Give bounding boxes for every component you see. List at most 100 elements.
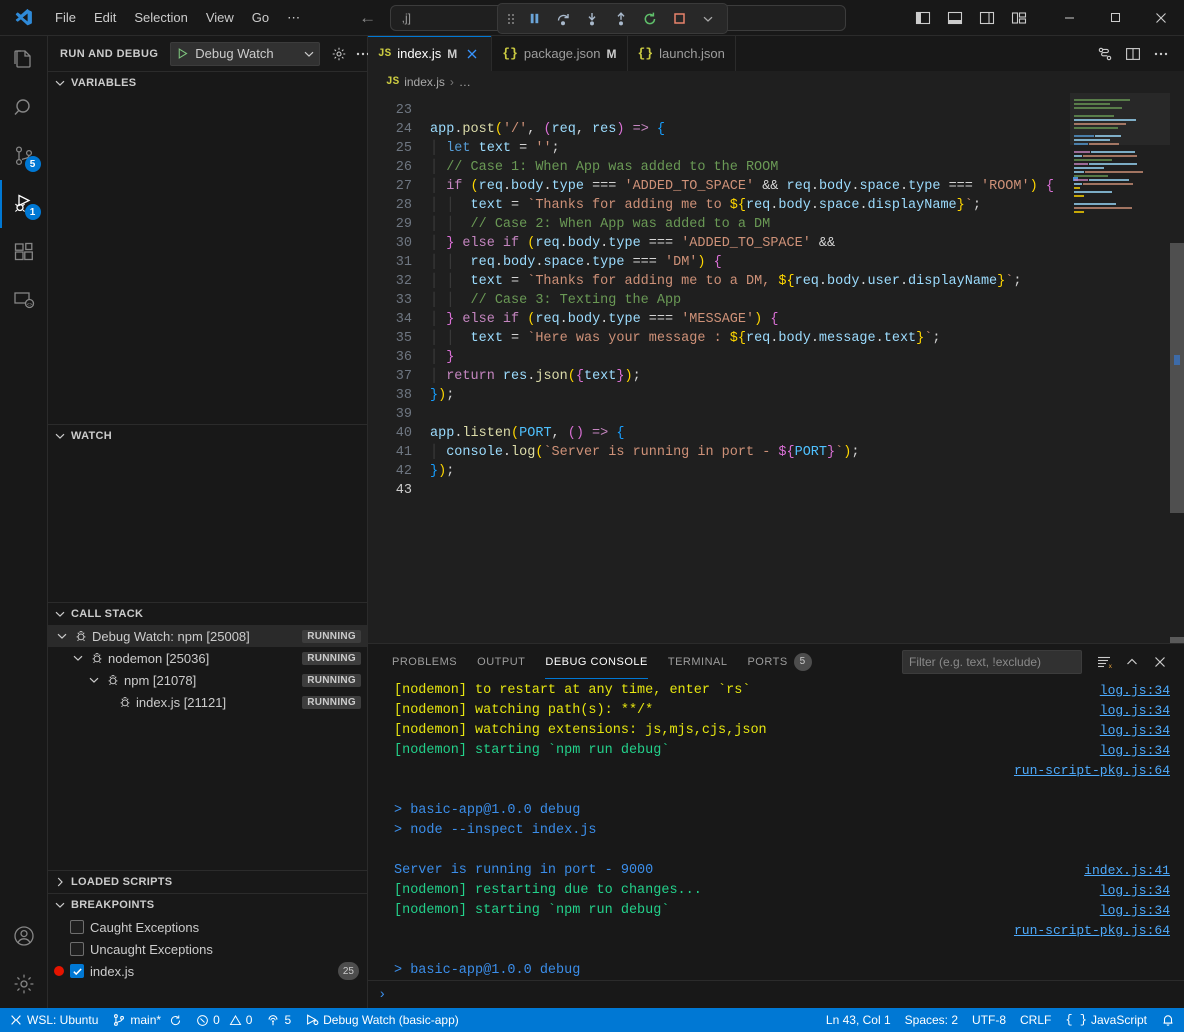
manage-settings-button[interactable]: [0, 960, 48, 1008]
breakpoint-checkbox[interactable]: [70, 920, 84, 934]
status-language-mode[interactable]: { } JavaScript: [1058, 1008, 1154, 1032]
sidebar-item-source-control[interactable]: 5: [0, 132, 48, 180]
console-source-link[interactable]: log.js:34: [1090, 901, 1170, 921]
breadcrumb-file[interactable]: index.js: [404, 75, 445, 89]
menu-file[interactable]: File: [46, 6, 85, 29]
go-back-icon[interactable]: ←: [359, 9, 376, 26]
code-editor[interactable]: 23 24 25 26 27 28 29 30 31 32 33 34 35 3…: [368, 93, 1184, 643]
status-problems-indicator[interactable]: 0 0: [189, 1008, 259, 1032]
toggle-panel-icon[interactable]: [940, 4, 970, 32]
step-over-button[interactable]: [550, 7, 576, 31]
pause-button[interactable]: [521, 7, 547, 31]
maximize-panel-icon[interactable]: [1120, 650, 1144, 674]
status-ports-indicator[interactable]: 5: [259, 1008, 298, 1032]
sidebar-item-search[interactable]: [0, 84, 48, 132]
console-source-link[interactable]: run-script-pkg.js:64: [1004, 761, 1170, 781]
status-cursor-position[interactable]: Ln 43, Col 1: [819, 1008, 898, 1032]
debug-console-output[interactable]: [nodemon] to restart at any time, enter …: [368, 679, 1184, 980]
restart-button[interactable]: [637, 7, 663, 31]
minimap[interactable]: [1070, 93, 1170, 643]
source-control-graph-icon[interactable]: [1092, 41, 1118, 67]
console-line: [368, 841, 1184, 861]
chevron-down-icon[interactable]: [70, 652, 86, 664]
section-header-breakpoints[interactable]: BREAKPOINTS: [48, 894, 367, 916]
clear-console-icon[interactable]: x: [1092, 650, 1116, 674]
tab-debug-console[interactable]: DEBUG CONSOLE: [535, 644, 657, 679]
breadcrumb-trail[interactable]: …: [459, 75, 471, 89]
call-stack-row[interactable]: nodemon [25036] RUNNING: [48, 647, 367, 669]
console-source-link[interactable]: index.js:41: [1074, 861, 1170, 881]
status-eol[interactable]: CRLF: [1013, 1008, 1058, 1032]
menu-view[interactable]: View: [197, 6, 243, 29]
section-header-call-stack[interactable]: CALL STACK: [48, 603, 367, 625]
tab-ports[interactable]: PORTS 5: [737, 644, 821, 679]
close-panel-icon[interactable]: [1148, 650, 1172, 674]
status-branch-indicator[interactable]: main*: [105, 1008, 189, 1032]
chevron-down-icon[interactable]: [54, 630, 70, 642]
window-maximize-button[interactable]: [1092, 0, 1138, 36]
tab-output[interactable]: OUTPUT: [467, 644, 535, 679]
debug-console-input-row[interactable]: ›: [368, 980, 1184, 1008]
step-out-button[interactable]: [608, 7, 634, 31]
step-into-button[interactable]: [579, 7, 605, 31]
call-stack-state: RUNNING: [302, 652, 361, 665]
editor-scrollbar[interactable]: [1170, 93, 1184, 643]
console-source-link[interactable]: log.js:34: [1090, 721, 1170, 741]
debug-more-button[interactable]: [695, 7, 721, 31]
breakpoint-checkbox[interactable]: [70, 942, 84, 956]
menu-more[interactable]: ⋯: [278, 6, 309, 30]
sidebar-item-run-and-debug[interactable]: 1: [0, 180, 48, 228]
console-source-link[interactable]: log.js:34: [1090, 701, 1170, 721]
console-filter-input[interactable]: [909, 655, 1075, 669]
line-number-gutter[interactable]: 23 24 25 26 27 28 29 30 31 32 33 34 35 3…: [368, 93, 430, 643]
menu-go[interactable]: Go: [243, 6, 278, 29]
status-indentation[interactable]: Spaces: 2: [898, 1008, 965, 1032]
status-debug-session[interactable]: Debug Watch (basic-app): [298, 1008, 466, 1032]
console-source-link[interactable]: run-script-pkg.js:64: [1004, 921, 1170, 941]
customize-layout-icon[interactable]: [1004, 4, 1034, 32]
window-close-button[interactable]: [1138, 0, 1184, 36]
menu-edit[interactable]: Edit: [85, 6, 125, 29]
call-stack-row[interactable]: index.js [21121] RUNNING: [48, 691, 367, 713]
menu-selection[interactable]: Selection: [125, 6, 196, 29]
editor-more-icon[interactable]: [1148, 41, 1174, 67]
section-header-loaded-scripts[interactable]: LOADED SCRIPTS: [48, 871, 367, 893]
section-header-watch[interactable]: WATCH: [48, 425, 367, 447]
console-source-link[interactable]: log.js:34: [1090, 681, 1170, 701]
console-line: Server is running in port - 9000index.js…: [368, 861, 1184, 881]
sidebar-item-remote-explorer[interactable]: <>: [0, 276, 48, 324]
gear-icon[interactable]: [328, 43, 350, 65]
sidebar-item-explorer[interactable]: [0, 36, 48, 84]
split-editor-icon[interactable]: [1120, 41, 1146, 67]
accounts-button[interactable]: [0, 912, 48, 960]
status-encoding[interactable]: UTF-8: [965, 1008, 1013, 1032]
tab-problems[interactable]: PROBLEMS: [382, 644, 467, 679]
console-source-link[interactable]: log.js:34: [1090, 881, 1170, 901]
editor-scrollbar-thumb[interactable]: [1170, 243, 1184, 513]
section-header-variables[interactable]: VARIABLES: [48, 72, 367, 94]
status-remote-indicator[interactable]: WSL: Ubuntu: [2, 1008, 105, 1032]
drag-handle-icon[interactable]: [504, 12, 518, 26]
toggle-primary-sidebar-icon[interactable]: [908, 4, 938, 32]
tab-index-js[interactable]: JS index.js M: [368, 36, 492, 71]
breakpoint-checkbox[interactable]: [70, 964, 84, 978]
sidebar-item-extensions[interactable]: [0, 228, 48, 276]
stop-button[interactable]: [666, 7, 692, 31]
tab-package-json[interactable]: {} package.json M: [492, 36, 627, 71]
breakpoint-row[interactable]: Caught Exceptions: [48, 916, 367, 938]
call-stack-row[interactable]: npm [21078] RUNNING: [48, 669, 367, 691]
json-file-icon: {}: [502, 46, 518, 61]
status-notifications[interactable]: [1154, 1008, 1182, 1032]
breakpoint-row[interactable]: index.js 25: [48, 960, 367, 982]
launch-configuration-dropdown[interactable]: Debug Watch: [170, 42, 320, 66]
breakpoint-row[interactable]: Uncaught Exceptions: [48, 938, 367, 960]
call-stack-row[interactable]: Debug Watch: npm [25008] RUNNING: [48, 625, 367, 647]
window-minimize-button[interactable]: [1046, 0, 1092, 36]
tab-launch-json[interactable]: {} launch.json: [628, 36, 736, 71]
close-icon[interactable]: [463, 45, 481, 63]
console-filter-box[interactable]: [902, 650, 1082, 674]
console-source-link[interactable]: log.js:34: [1090, 741, 1170, 761]
tab-terminal[interactable]: TERMINAL: [658, 644, 738, 679]
toggle-secondary-sidebar-icon[interactable]: [972, 4, 1002, 32]
chevron-down-icon[interactable]: [86, 674, 102, 686]
